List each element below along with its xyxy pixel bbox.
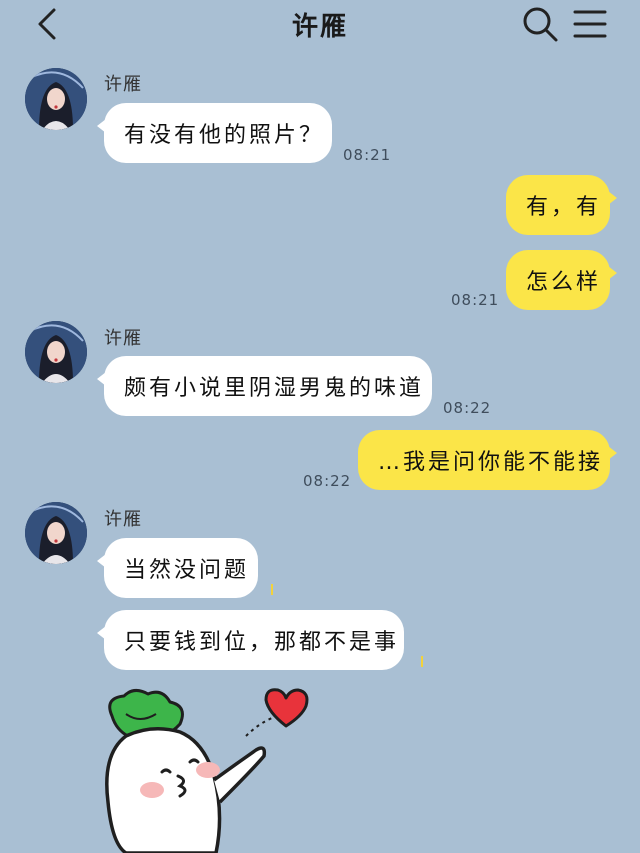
avatar-photo bbox=[25, 68, 87, 130]
avatar[interactable] bbox=[25, 502, 87, 564]
search-icon bbox=[523, 7, 558, 42]
message-bubble-incoming[interactable]: 颇有小说里阴湿男鬼的味道 bbox=[97, 356, 432, 416]
message-time: 08:21 bbox=[451, 291, 500, 309]
message-bubble-outgoing[interactable]: …我是问你能不能接 bbox=[358, 430, 617, 490]
sender-name: 许雁 bbox=[104, 74, 142, 95]
message-bubble-outgoing[interactable]: 有，有 bbox=[506, 175, 617, 235]
sender-name: 许雁 bbox=[104, 328, 142, 349]
avatar[interactable] bbox=[25, 68, 87, 130]
sender-name: 许雁 bbox=[104, 509, 142, 530]
chat-header: 许雁 bbox=[0, 0, 640, 50]
avatar[interactable] bbox=[25, 321, 87, 383]
avatar-photo bbox=[25, 502, 87, 564]
avatar-photo bbox=[25, 321, 87, 383]
message-bubble-incoming[interactable]: 有没有他的照片？ bbox=[97, 103, 332, 163]
message-time: 08:22 bbox=[303, 472, 352, 490]
message-bubble-incoming[interactable]: 只要钱到位，那都不是事 bbox=[97, 610, 404, 670]
menu-button[interactable] bbox=[570, 4, 610, 44]
message-time: 08:21 bbox=[343, 146, 392, 164]
radish-blowing-kiss-sticker[interactable] bbox=[96, 684, 316, 853]
message-bubble-outgoing[interactable]: 怎么样 bbox=[506, 250, 617, 310]
read-marker bbox=[271, 584, 273, 595]
read-marker bbox=[421, 656, 423, 667]
search-button[interactable] bbox=[520, 4, 560, 44]
message-time: 08:22 bbox=[443, 399, 492, 417]
hamburger-menu-icon bbox=[573, 10, 607, 38]
message-bubble-incoming[interactable]: 当然没问题 bbox=[97, 538, 258, 598]
